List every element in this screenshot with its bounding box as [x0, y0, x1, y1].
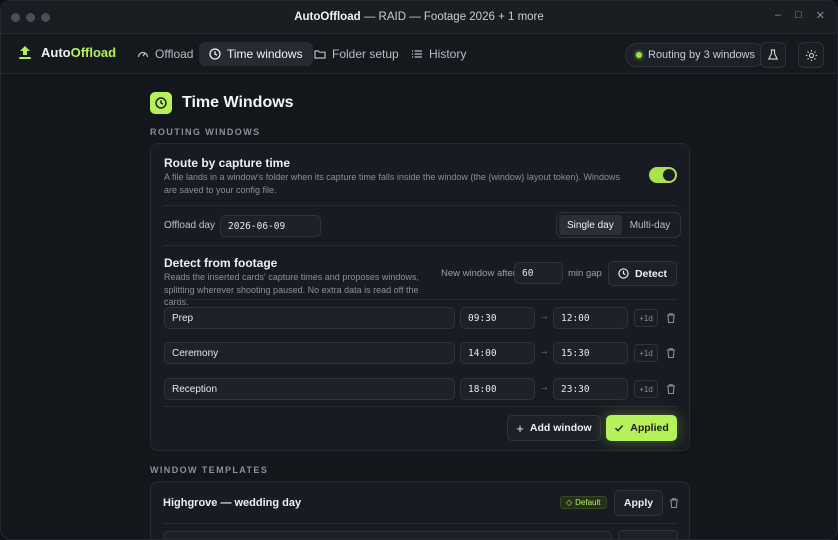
trash-icon[interactable]	[665, 312, 677, 324]
gauge-icon	[137, 51, 149, 58]
clock-icon	[150, 92, 172, 114]
gap-label: New window after	[441, 268, 516, 279]
window-name-input[interactable]: Reception	[164, 378, 455, 400]
arrow-right-icon: →	[539, 346, 549, 357]
tab-history-label: History	[429, 47, 467, 61]
mode-single-day[interactable]: Single day	[559, 215, 622, 235]
tab-history[interactable]: History	[401, 42, 476, 66]
maximize-icon[interactable]: □	[795, 9, 802, 22]
minimize-icon[interactable]: –	[775, 9, 781, 22]
detect-description: Reads the inserted cards' capture times …	[164, 272, 419, 307]
trash-icon[interactable]	[665, 347, 677, 359]
brand-name-part1: Auto	[41, 44, 71, 60]
list-icon	[412, 50, 422, 58]
window-title: AutoOffload — RAID — Footage 2026 + 1 mo…	[1, 11, 837, 23]
add-window-label: Add window	[529, 422, 592, 434]
brand-logo[interactable]: AutoOffload	[17, 44, 116, 60]
clock-icon	[209, 48, 221, 60]
tab-folder-setup-label: Folder setup	[332, 47, 399, 61]
save-template-button[interactable]	[618, 530, 678, 539]
trash-icon[interactable]	[668, 497, 680, 509]
tab-offload[interactable]: Offload	[127, 42, 203, 66]
route-title: Route by capture time	[164, 156, 291, 170]
app-window: AutoOffload — RAID — Footage 2026 + 1 mo…	[0, 0, 838, 540]
window-controls: – □ ✕	[775, 9, 825, 22]
applied-button[interactable]: Applied	[606, 415, 677, 441]
divider	[163, 299, 677, 300]
tab-time-windows-label: Time windows	[227, 47, 303, 61]
page-header: Time Windows	[150, 92, 294, 114]
folder-icon	[314, 50, 326, 59]
routing-windows-card: Route by capture time A file lands in a …	[150, 143, 690, 451]
route-description: A file lands in a window's folder when i…	[164, 172, 620, 195]
tab-time-windows[interactable]: Time windows	[199, 42, 313, 66]
default-badge: ◇ Default	[560, 496, 607, 509]
toggle-knob	[663, 169, 675, 181]
routing-status-pill[interactable]: Routing by 3 windows	[625, 43, 767, 67]
upload-logo-icon	[19, 46, 31, 59]
plus-day-button[interactable]: +1d	[634, 344, 658, 362]
detect-button[interactable]: Detect	[608, 261, 677, 286]
trash-icon[interactable]	[665, 383, 677, 395]
section-label-templates: WINDOW TEMPLATES	[150, 465, 269, 475]
route-toggle[interactable]	[649, 167, 677, 183]
plus-icon: +	[516, 420, 524, 436]
clock-icon	[618, 268, 629, 279]
main-content: Time Windows ROUTING WINDOWS Route by ca…	[150, 74, 690, 539]
apply-template-button[interactable]: Apply	[614, 490, 663, 516]
divider	[163, 406, 677, 407]
section-label-routing: ROUTING WINDOWS	[150, 127, 261, 137]
window-title-app: AutoOffload	[294, 11, 361, 23]
arrow-right-icon: →	[539, 382, 549, 393]
gap-minutes-input[interactable]: 60	[514, 262, 563, 284]
tab-offload-label: Offload	[155, 47, 194, 61]
gear-icon	[805, 49, 817, 61]
window-start-input[interactable]: 09:30	[460, 307, 535, 329]
offload-day-label: Offload day	[164, 220, 215, 231]
title-bar: AutoOffload — RAID — Footage 2026 + 1 mo…	[1, 1, 837, 34]
lab-button[interactable]	[760, 42, 786, 68]
flask-icon	[767, 49, 779, 60]
day-mode-segmented: Single day Multi-day	[556, 212, 682, 238]
window-name-input[interactable]: Ceremony	[164, 342, 455, 364]
check-icon	[615, 425, 624, 432]
window-end-input[interactable]: 23:30	[553, 378, 628, 400]
mode-multi-day[interactable]: Multi-day	[622, 215, 679, 235]
template-card: Highgrove — wedding day ◇ Default Apply	[150, 481, 690, 539]
default-badge-label: Default	[575, 498, 601, 507]
offload-day-input[interactable]: 2026-06-09	[220, 215, 321, 237]
plus-day-button[interactable]: +1d	[634, 380, 658, 398]
applied-label: Applied	[630, 422, 669, 434]
window-title-context: — RAID — Footage 2026 + 1 more	[360, 11, 544, 23]
window-end-input[interactable]: 15:30	[553, 342, 628, 364]
gap-unit-label: min gap	[568, 268, 602, 279]
add-window-button[interactable]: + Add window	[507, 415, 601, 441]
template-name: Highgrove — wedding day	[163, 497, 302, 509]
settings-button[interactable]	[798, 42, 824, 68]
window-name-input[interactable]: Prep	[164, 307, 455, 329]
window-start-input[interactable]: 18:00	[460, 378, 535, 400]
window-start-input[interactable]: 14:00	[460, 342, 535, 364]
divider	[163, 523, 677, 524]
divider	[163, 205, 677, 206]
template-name-input[interactable]	[163, 531, 612, 539]
window-end-input[interactable]: 12:00	[553, 307, 628, 329]
diamond-icon: ◇	[566, 498, 573, 507]
arrow-right-icon: →	[539, 311, 549, 322]
brand-name-part2: Offload	[70, 44, 117, 60]
detect-button-label: Detect	[634, 267, 668, 280]
status-dot-icon	[636, 52, 642, 58]
detect-title: Detect from footage	[164, 256, 278, 270]
nav-bar: AutoOffload Offload Time windows Folder …	[1, 34, 837, 74]
page-title: Time Windows	[182, 94, 294, 111]
routing-status-text: Routing by 3 windows	[648, 49, 756, 61]
tab-folder-setup[interactable]: Folder setup	[304, 42, 409, 66]
close-icon[interactable]: ✕	[816, 9, 825, 22]
plus-day-button[interactable]: +1d	[634, 309, 658, 327]
divider	[163, 245, 677, 246]
